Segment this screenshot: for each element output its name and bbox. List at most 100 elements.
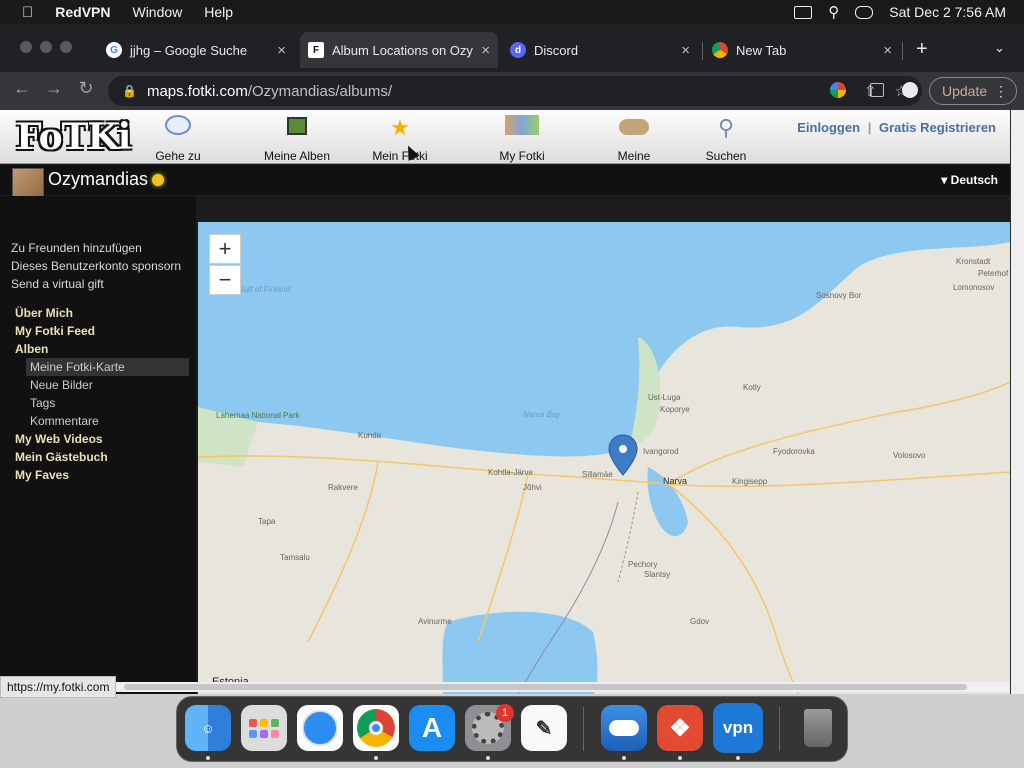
- fotki-header: FoTKi Gehe zu Meine Alben ★ Mein Fotki M…: [0, 110, 1010, 177]
- close-tab-icon[interactable]: ×: [481, 42, 490, 59]
- google-favicon-icon: G: [106, 42, 122, 58]
- auth-separator: |: [867, 120, 872, 135]
- tab-title: New Tab: [736, 42, 787, 58]
- trash-icon[interactable]: [795, 705, 841, 751]
- address-bar[interactable]: 🔒 maps.fotki.com/Ozymandias/albums/ ⇧ ☆: [108, 76, 922, 106]
- map-label: Slantsy: [644, 570, 670, 579]
- menu-help[interactable]: Help: [204, 4, 233, 20]
- map-label: Jõhvi: [523, 483, 542, 492]
- close-tab-icon[interactable]: ×: [883, 42, 892, 59]
- window-zoom-button[interactable]: [60, 41, 72, 53]
- app-store-icon[interactable]: A: [409, 705, 455, 751]
- sidebar-item-my-web-videos[interactable]: My Web Videos: [15, 432, 103, 446]
- redvpn-icon[interactable]: vpn: [713, 703, 763, 753]
- chrome-icon[interactable]: [353, 705, 399, 751]
- zoom-out-button[interactable]: −: [209, 265, 241, 295]
- sidebar-item-ueber-mich[interactable]: Über Mich: [15, 306, 73, 320]
- update-label: Update: [942, 83, 988, 99]
- spotlight-search-icon[interactable]: ⚲: [828, 3, 839, 21]
- close-tab-icon[interactable]: ×: [681, 42, 690, 59]
- nav-label: Meine Alben: [263, 149, 331, 163]
- new-tab-button[interactable]: +: [916, 38, 928, 61]
- sidebar-item-mein-gaestebuch[interactable]: Mein Gästebuch: [15, 450, 108, 464]
- finder-icon[interactable]: ☺: [185, 705, 231, 751]
- map-label: Avinurme: [418, 617, 452, 626]
- window-minimize-button[interactable]: [40, 41, 52, 53]
- map-label: Kingisepp: [732, 477, 768, 486]
- send-virtual-gift-link[interactable]: Send a virtual gift: [11, 277, 104, 291]
- map-label: Lomonosov: [953, 283, 994, 292]
- nav-meine-alben[interactable]: Meine Alben: [262, 114, 332, 163]
- launchpad-icon[interactable]: [241, 705, 287, 751]
- map-label: Volosovo: [893, 451, 926, 460]
- sponsor-account-link[interactable]: Dieses Benutzerkonto sponsorn: [11, 259, 181, 273]
- menu-window[interactable]: Window: [132, 4, 182, 20]
- tab-title: Album Locations on Ozy: [332, 42, 473, 58]
- friends-icon: [594, 114, 674, 142]
- forward-arrow-icon[interactable]: →: [41, 78, 67, 99]
- map-label: Kunda: [358, 431, 382, 440]
- magnifier-icon: ⚲: [717, 115, 735, 140]
- map-label: Narva: [663, 476, 687, 486]
- fotki-logo[interactable]: FoTKi: [16, 116, 131, 158]
- menu-datetime[interactable]: Sat Dec 2 7:56 AM: [889, 4, 1006, 20]
- tab-title: jjhg – Google Suche: [130, 42, 248, 58]
- horizontal-scrollbar[interactable]: [0, 682, 1010, 692]
- tab-search-chevron-icon[interactable]: ⌄: [994, 40, 1005, 56]
- sidebar-item-my-faves[interactable]: My Faves: [15, 468, 69, 482]
- map-label: Pechory: [628, 560, 657, 569]
- add-to-friends-link[interactable]: Zu Freunden hinzufügen: [11, 241, 142, 255]
- weather-icon[interactable]: [601, 705, 647, 751]
- sidebar-item-alben[interactable]: Alben: [15, 342, 48, 356]
- register-link[interactable]: Gratis Registrieren: [879, 120, 996, 135]
- nav-suchen[interactable]: ⚲ Suchen: [700, 114, 752, 163]
- back-arrow-icon[interactable]: ←: [9, 78, 35, 99]
- zoom-in-button[interactable]: +: [209, 234, 241, 264]
- control-center-icon[interactable]: [855, 5, 874, 19]
- close-tab-icon[interactable]: ×: [277, 42, 286, 59]
- sidebar-item-neue-bilder[interactable]: Neue Bilder: [30, 378, 93, 392]
- macos-dock: ☺ A ✎ ❖ vpn: [176, 696, 848, 762]
- lock-icon[interactable]: 🔒: [122, 84, 137, 98]
- nav-mein-fotki[interactable]: ★ Mein Fotki: [370, 114, 430, 163]
- menu-kebab-icon[interactable]: ⋮: [994, 83, 1016, 100]
- star-icon: ★: [390, 115, 410, 140]
- status-bar-url: https://my.fotki.com: [0, 676, 117, 698]
- safari-icon[interactable]: [297, 705, 343, 751]
- side-panel-icon[interactable]: [870, 83, 884, 97]
- nav-gehe-zu[interactable]: Gehe zu: [148, 114, 208, 163]
- reload-icon[interactable]: ↻: [73, 78, 99, 99]
- login-link[interactable]: Einloggen: [797, 120, 860, 135]
- feed-icon: [484, 114, 560, 142]
- tab-google-search[interactable]: G jjhg – Google Suche ×: [98, 32, 294, 68]
- menu-app-name[interactable]: RedVPN: [55, 4, 110, 20]
- sidebar-item-kommentare[interactable]: Kommentare: [30, 414, 99, 428]
- profile-avatar-icon[interactable]: [902, 82, 918, 98]
- textedit-icon[interactable]: ✎: [521, 705, 567, 751]
- sidebar-item-meine-fotki-karte[interactable]: Meine Fotki-Karte: [26, 358, 189, 376]
- anydesk-icon[interactable]: ❖: [657, 705, 703, 751]
- sidebar-item-tags[interactable]: Tags: [30, 396, 55, 410]
- window-close-button[interactable]: [20, 41, 32, 53]
- chrome-browser-window: G jjhg – Google Suche × F Album Location…: [0, 24, 1024, 694]
- language-selector[interactable]: ▾ Deutsch: [941, 173, 998, 187]
- tab-discord[interactable]: d Discord ×: [502, 32, 698, 68]
- tab-album-locations[interactable]: F Album Locations on Ozy ×: [300, 32, 498, 68]
- map-label: Narva Bay: [523, 410, 561, 419]
- albums-icon: [262, 114, 332, 142]
- vertical-scrollbar[interactable]: [1011, 110, 1024, 694]
- map-label: Kohtla-Järve: [488, 468, 533, 477]
- update-button[interactable]: Update ⋮: [929, 77, 1017, 105]
- discord-favicon-icon: d: [510, 42, 526, 58]
- google-map[interactable]: Gulf of Finland Narva Bay Kunda Kohtla-J…: [198, 222, 1010, 694]
- screen-mirroring-icon[interactable]: [794, 5, 813, 19]
- notification-badge: 1: [496, 704, 514, 722]
- username[interactable]: Ozymandias: [48, 169, 148, 190]
- google-lens-icon[interactable]: [829, 82, 846, 98]
- apple-menu-icon[interactable]: : [22, 4, 33, 21]
- sidebar-item-my-fotki-feed[interactable]: My Fotki Feed: [15, 324, 95, 338]
- tab-bar: G jjhg – Google Suche × F Album Location…: [0, 24, 1024, 72]
- tab-new-tab[interactable]: New Tab ×: [704, 32, 900, 68]
- scrollbar-thumb[interactable]: [124, 684, 967, 690]
- map-label: Rakvere: [328, 483, 358, 492]
